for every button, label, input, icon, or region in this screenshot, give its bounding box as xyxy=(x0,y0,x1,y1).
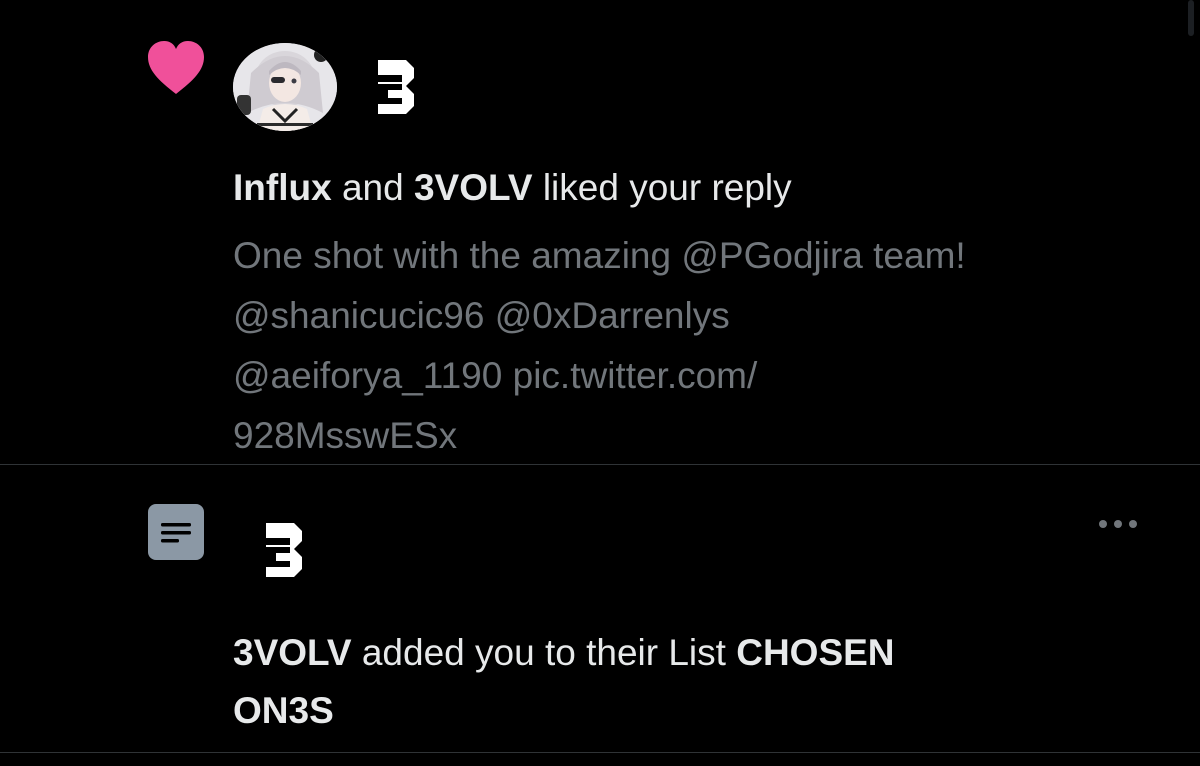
action-text: liked your reply xyxy=(532,167,792,208)
like-notification[interactable]: Influx and 3VOLV liked your reply One sh… xyxy=(0,0,1200,464)
anime-portrait-image xyxy=(233,43,337,131)
list-name-continued[interactable]: ON3S xyxy=(233,690,334,731)
reply-line: @aeiforya_1190 pic.twitter.com/ xyxy=(233,355,758,396)
reply-preview[interactable]: One shot with the amazing @PGodjira team… xyxy=(233,226,1153,466)
divider xyxy=(0,752,1200,753)
reply-line: @shanicucic96 @0xDarrenlys xyxy=(233,295,730,336)
list-owner-name[interactable]: 3VOLV xyxy=(233,632,352,673)
list-notification-text: 3VOLV added you to their List CHOSEN ON3… xyxy=(233,624,1133,740)
heart-icon xyxy=(148,41,204,94)
avatar-influx[interactable] xyxy=(233,43,337,131)
list-icon xyxy=(148,504,204,560)
3volv-logo-icon[interactable] xyxy=(376,58,418,116)
connector-text: and xyxy=(331,167,414,208)
liker-name-2[interactable]: 3VOLV xyxy=(414,167,533,208)
list-action-text: added you to their List xyxy=(351,632,737,673)
reply-line: 928MsswESx xyxy=(233,415,458,456)
liker-name-1[interactable]: Influx xyxy=(233,167,332,208)
more-options-icon[interactable] xyxy=(1096,514,1140,534)
list-name[interactable]: CHOSEN xyxy=(736,632,894,673)
3volv-logo-icon[interactable] xyxy=(264,521,306,579)
like-notification-text: Influx and 3VOLV liked your reply xyxy=(233,162,792,214)
reply-line: One shot with the amazing @PGodjira team… xyxy=(233,235,966,276)
